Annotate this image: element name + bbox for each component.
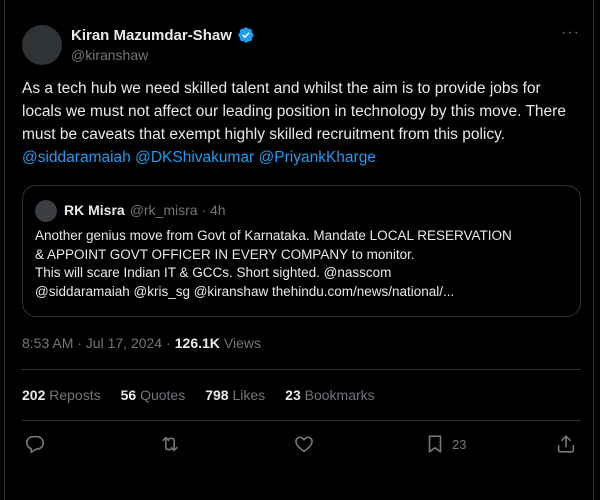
repost-button[interactable]	[159, 433, 181, 455]
reply-icon	[25, 435, 45, 454]
tweet-mentions: @siddaramaiah @DKShivakumar @PriyankKhar…	[22, 149, 376, 166]
share-button[interactable]	[555, 433, 577, 455]
mention-link[interactable]: @PriyankKharge	[259, 149, 376, 166]
bookmark-count: 23	[452, 436, 467, 452]
reply-button[interactable]	[24, 433, 46, 455]
mention-link[interactable]: @DKShivakumar	[135, 149, 254, 166]
divider	[22, 420, 581, 421]
meta-separator: ·	[166, 335, 171, 351]
more-options-icon[interactable]: ···	[561, 24, 580, 42]
tweet-text: As a tech hub we need skilled talent and…	[22, 80, 566, 143]
quoted-text-line: This will scare Indian IT & GCCs. Short …	[35, 265, 392, 280]
stat-count: 798	[205, 387, 229, 403]
repost-icon	[162, 436, 178, 452]
tweet-body: As a tech hub we need skilled talent and…	[22, 77, 578, 169]
tweet-meta: 8:53 AM · Jul 17, 2024 · 126.1K Views	[22, 335, 261, 351]
share-icon	[557, 435, 575, 453]
author-display-name[interactable]: Kiran Mazumdar-Shaw	[71, 27, 232, 44]
action-bar: 23	[22, 433, 581, 457]
quoted-avatar[interactable]	[35, 200, 57, 222]
quoted-header: RK Misra @rk_misra · 4h	[64, 202, 226, 218]
quoted-text-line: & APPOINT GOVT OFFICER IN EVERY COMPANY …	[35, 246, 415, 262]
quoted-text: Another genius move from Govt of Karnata…	[35, 227, 570, 301]
stat-count: 202	[22, 387, 46, 403]
avatar[interactable]	[22, 25, 62, 65]
like-button[interactable]	[293, 433, 315, 455]
views-label: Views	[223, 335, 262, 351]
quoted-display-name[interactable]: RK Misra	[64, 202, 125, 218]
quoted-handle-time: @rk_misra · 4h	[129, 202, 226, 218]
verified-badge-icon[interactable]	[237, 26, 255, 44]
author-handle[interactable]: @kiranshaw	[71, 47, 148, 63]
views-count: 126.1K	[174, 335, 220, 351]
heart-icon	[295, 436, 313, 453]
mention-link[interactable]: @siddaramaiah	[22, 149, 131, 166]
bookmark-button[interactable]: 23	[424, 433, 466, 455]
quoted-text-line: Another genius move from Govt of Karnata…	[35, 228, 512, 243]
quotes-stat[interactable]: 56 Quotes	[121, 387, 186, 403]
timestamp[interactable]: 8:53 AM · Jul 17, 2024	[22, 335, 162, 351]
quoted-tweet-card[interactable]: RK Misra @rk_misra · 4h Another genius m…	[22, 185, 581, 317]
likes-stat[interactable]: 798 Likes	[205, 387, 265, 403]
engagement-stats: 202 Reposts 56 Quotes 798 Likes 23 Bookm…	[22, 387, 375, 403]
divider	[22, 369, 581, 370]
bookmarks-stat[interactable]: 23 Bookmarks	[285, 387, 375, 403]
stat-label: Bookmarks	[304, 387, 375, 403]
stat-count: 23	[285, 387, 301, 403]
quoted-text-line: @siddaramaiah @kris_sg @kiranshaw thehin…	[35, 283, 455, 299]
stat-label: Quotes	[140, 387, 186, 403]
author-name-row: Kiran Mazumdar-Shaw	[71, 26, 255, 44]
stat-label: Likes	[232, 387, 266, 403]
stat-count: 56	[120, 387, 137, 403]
stat-label: Reposts	[49, 387, 101, 403]
reposts-stat[interactable]: 202 Reposts	[22, 387, 101, 403]
bookmark-icon	[428, 435, 442, 453]
